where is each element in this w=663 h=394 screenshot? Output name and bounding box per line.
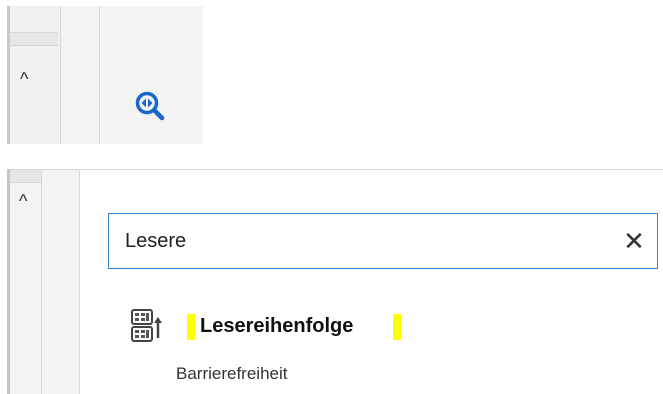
- search-highlight-marker: [187, 314, 195, 340]
- left-rail: [10, 6, 60, 144]
- close-icon[interactable]: ✕: [621, 228, 647, 254]
- search-highlight-marker: [393, 314, 401, 340]
- rail-header: [10, 32, 58, 46]
- top-toolbar-panel: ^: [7, 6, 203, 144]
- divider: [99, 6, 100, 144]
- divider: [7, 169, 663, 170]
- divider: [60, 6, 61, 144]
- search-input[interactable]: [125, 226, 595, 256]
- tool-search-panel: ^ ✕ Lesereihenfolge: [7, 169, 663, 394]
- zoom-icon[interactable]: [135, 91, 165, 121]
- divider: [41, 170, 42, 394]
- collapse-caret-button[interactable]: ^: [19, 192, 27, 210]
- collapse-caret-button[interactable]: ^: [20, 70, 28, 88]
- reading-order-icon: [131, 309, 163, 343]
- search-result-item[interactable]: Lesereihenfolge Barrierefreiheit: [130, 301, 650, 391]
- result-title: Lesereihenfolge: [200, 315, 354, 337]
- rail-header: [10, 170, 41, 183]
- search-field[interactable]: ✕: [108, 213, 658, 269]
- divider: [79, 170, 80, 394]
- result-category: Barrierefreiheit: [176, 364, 288, 383]
